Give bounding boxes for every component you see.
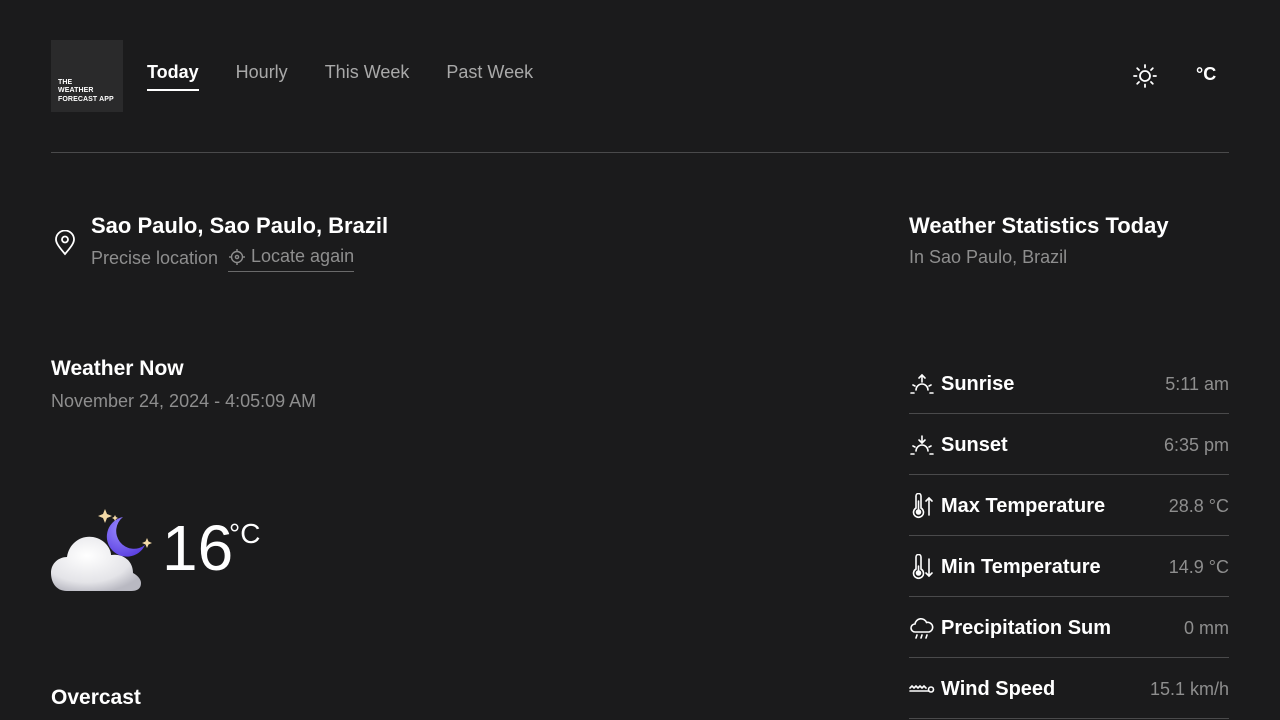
app-root: THE WEATHER FORECAST APP Today Hourly Th…: [0, 0, 1280, 720]
stat-value: 6:35 pm: [1163, 434, 1229, 455]
stat-row-left: Sunset: [909, 432, 1008, 458]
app-logo[interactable]: THE WEATHER FORECAST APP: [51, 40, 123, 112]
app-logo-text: THE WEATHER FORECAST APP: [58, 78, 114, 103]
locate-again-label: Locate again: [251, 246, 355, 266]
theme-toggle-button[interactable]: [1132, 63, 1158, 89]
header-divider: [51, 152, 1229, 153]
rain-cloud-icon: [910, 618, 934, 639]
stat-row-max-temperature: Max Temperature 28.8 °C: [909, 475, 1229, 536]
stat-label: Wind Speed: [941, 677, 1056, 700]
stat-row-min-temperature: Min Temperature 14.9 °C: [909, 536, 1229, 597]
tab-past-week[interactable]: Past Week: [446, 62, 533, 91]
stat-label: Precipitation Sum: [941, 616, 1112, 639]
tab-this-week[interactable]: This Week: [325, 62, 410, 91]
stat-label: Max Temperature: [941, 494, 1106, 517]
stat-row-precipitation: Precipitation Sum 0 mm: [909, 597, 1229, 658]
weather-condition: Overcast: [51, 686, 141, 709]
stat-row-sunrise: Sunrise 5:11 am: [909, 353, 1229, 414]
cloud-moon-icon: [51, 509, 152, 591]
tab-hourly[interactable]: Hourly: [236, 62, 288, 91]
stats-subtitle: In Sao Paulo, Brazil: [909, 247, 1068, 267]
unit-toggle-button[interactable]: °C: [1196, 64, 1216, 85]
locate-again-button[interactable]: Locate again: [228, 246, 355, 272]
stat-value: 28.8 °C: [1168, 495, 1229, 516]
location-title: Sao Paulo, Sao Paulo, Brazil: [91, 213, 389, 238]
map-pin-icon: [55, 230, 75, 256]
stat-row-left: Max Temperature: [909, 493, 1105, 519]
stats-title: Weather Statistics Today: [909, 213, 1169, 238]
stat-row-left: Sunrise: [909, 371, 1014, 397]
stat-row-left: Min Temperature: [909, 554, 1101, 580]
weather-now-datetime: November 24, 2024 - 4:05:09 AM: [51, 391, 317, 411]
stat-row-sunset: Sunset 6:35 pm: [909, 414, 1229, 475]
location-precision-label: Precise location: [91, 248, 219, 268]
stat-label: Sunset: [941, 433, 1008, 456]
main-nav: Today Hourly This Week Past Week: [147, 62, 533, 91]
stat-value: 0 mm: [1184, 617, 1229, 638]
stat-value: 5:11 am: [1165, 373, 1229, 394]
thermometer-down-icon: [912, 554, 933, 580]
sun-icon: [1133, 64, 1157, 88]
stat-label: Sunrise: [941, 372, 1015, 395]
stat-row-left: Precipitation Sum: [909, 615, 1111, 641]
sunset-icon: [910, 435, 934, 455]
current-temperature: 16: [162, 512, 234, 584]
thermometer-up-icon: [912, 493, 933, 519]
current-temperature-unit: °C: [229, 518, 261, 549]
crosshair-icon: [229, 248, 245, 265]
stat-row-wind-speed: Wind Speed 15.1 km/h: [909, 658, 1229, 719]
stat-value: 15.1 km/h: [1149, 678, 1229, 699]
stat-value: 14.9 °C: [1168, 556, 1229, 577]
stat-label: Min Temperature: [941, 555, 1101, 578]
weather-now-title: Weather Now: [51, 357, 184, 380]
stats-list: Sunrise 5:11 am Sunset 6:35 pm Max Tempe…: [909, 353, 1229, 719]
tab-today[interactable]: Today: [147, 62, 199, 91]
sunrise-icon: [910, 373, 934, 394]
wind-icon: [909, 684, 935, 693]
stat-row-left: Wind Speed: [909, 676, 1055, 702]
